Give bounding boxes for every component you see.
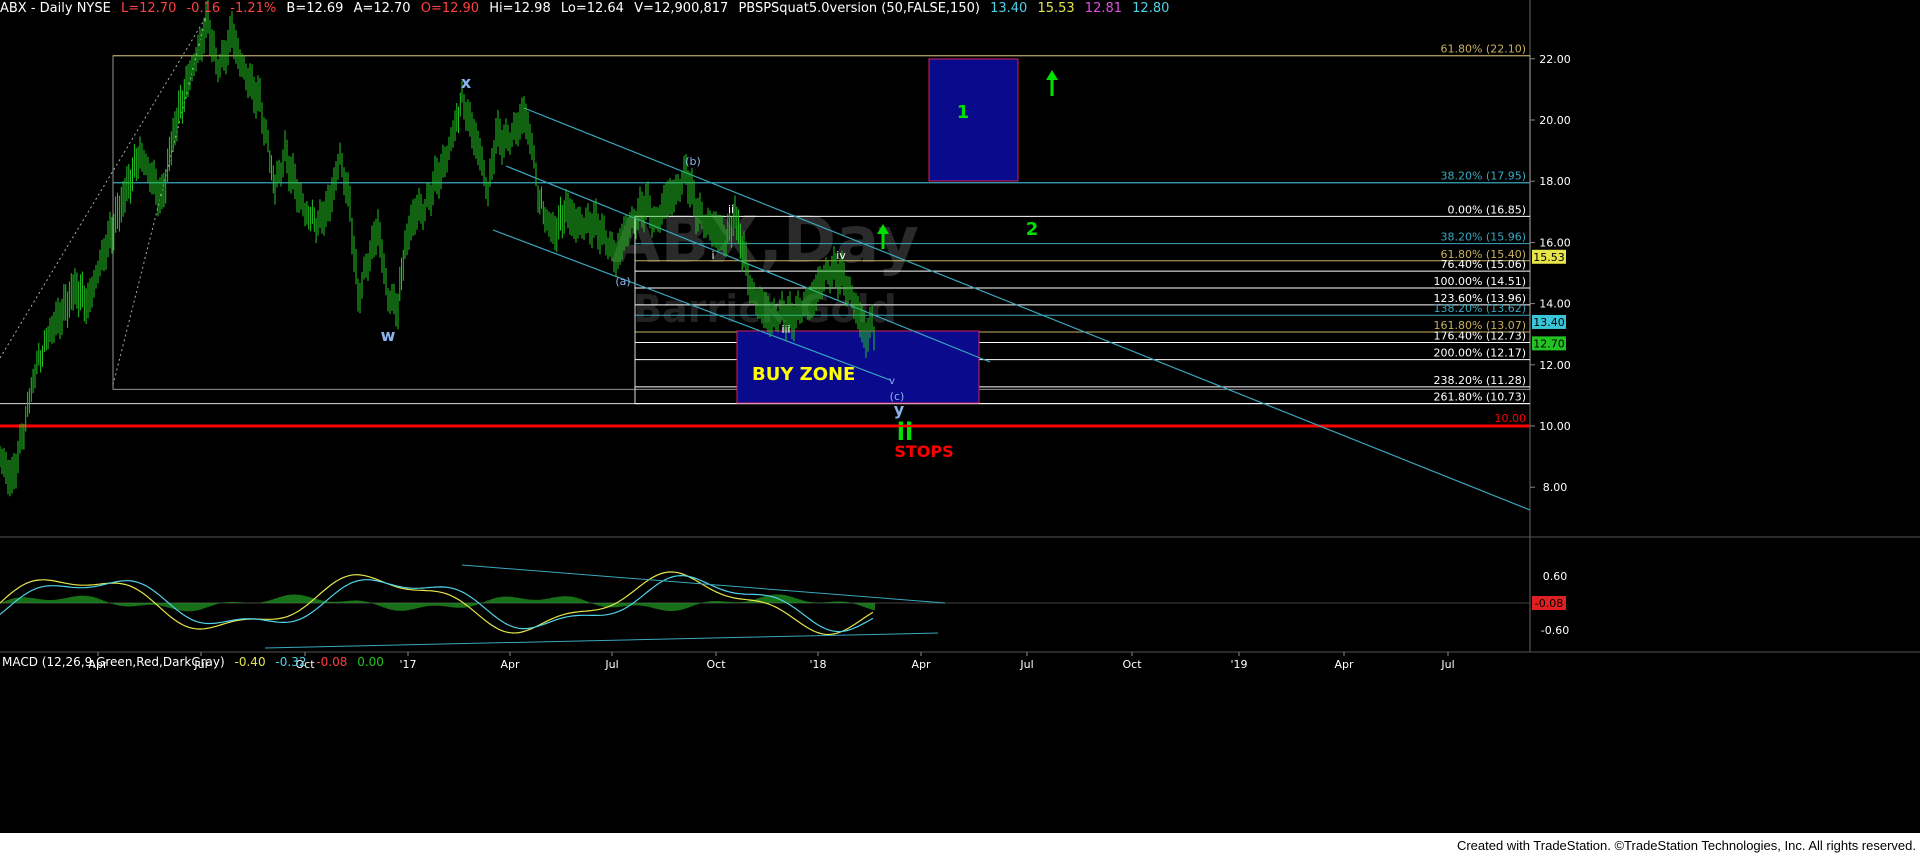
- low-price: Lo=12.64: [560, 1, 624, 16]
- stop-level-label: 10.00: [1495, 412, 1527, 425]
- x-tick-label: '17: [399, 658, 416, 671]
- last-price: L=12.70: [120, 1, 177, 16]
- wave-y-label: y: [894, 400, 905, 419]
- x-tick-label: Apr: [500, 658, 520, 671]
- y-tick-label: 10.00: [1539, 420, 1571, 433]
- fib-label: 38.20% (15.96): [1440, 231, 1526, 244]
- watermark-symbol: ABX,Day: [611, 204, 919, 278]
- fib-label: 200.00% (12.17): [1433, 347, 1526, 360]
- indicator-value-4: 12.80: [1132, 1, 1170, 16]
- x-tick-label: Oct: [1122, 658, 1142, 671]
- fib-label: 61.80% (22.10): [1440, 43, 1526, 56]
- x-tick-label: Jul: [604, 658, 618, 671]
- y-tick-label: 14.00: [1539, 298, 1571, 311]
- wave-1-label: 1: [957, 102, 970, 123]
- y-tick-label: 16.00: [1539, 236, 1571, 249]
- macd-value-2: -0.32: [275, 655, 307, 669]
- footer-credit: Created with TradeStation. ©TradeStation…: [1456, 838, 1916, 853]
- wave-a-label: (a): [615, 275, 630, 288]
- fib-label: 176.40% (12.73): [1433, 329, 1526, 342]
- macd-tick-label: 0.60: [1543, 570, 1568, 583]
- x-tick-label: Jul: [1440, 658, 1454, 671]
- y-tick-label: 12.00: [1539, 359, 1571, 372]
- y-tick-label: 20.00: [1539, 114, 1571, 127]
- price-tag-1553: 15.53: [1533, 251, 1565, 264]
- open-price: O=12.90: [420, 1, 480, 16]
- price-change: -0.16: [186, 1, 221, 16]
- indicator-value-3: 12.81: [1084, 1, 1123, 16]
- indicator-name: PBSPSquat5.0version (50,FALSE,150): [738, 1, 980, 16]
- price-tag-1340: 13.40: [1533, 316, 1565, 329]
- x-tick-label: Apr: [1334, 658, 1354, 671]
- fib-label: 138.20% (13.62): [1433, 302, 1526, 315]
- footer-bar: Created with TradeStation. ©TradeStation…: [0, 833, 1920, 858]
- price-chart: ABX,Day Barrick Gold 61.80% (22.10) 38.20%…: [0, 0, 1920, 671]
- watermark-name: Barrick Gold: [633, 287, 897, 331]
- watermark: ABX,Day Barrick Gold: [611, 204, 919, 331]
- y-tick-label: 18.00: [1539, 175, 1571, 188]
- up-arrow-1-head: [1046, 70, 1058, 80]
- x-tick-label: Jul: [1019, 658, 1033, 671]
- wave-i-label: i: [711, 249, 714, 262]
- fib-label: 261.80% (10.73): [1433, 391, 1526, 404]
- wave-b-label: (b): [685, 155, 701, 168]
- price-axis: 22.00 20.00 18.00 16.00 14.00 12.00 10.00 8.00 1…: [1530, 53, 1571, 494]
- macd-header: MACD (12,26,9,Green,Red,DarkGray) -0.40 …: [2, 655, 390, 669]
- x-tick-label: Oct: [706, 658, 726, 671]
- macd-panel: 0.60 -0.60 -0.08: [0, 564, 1569, 649]
- wave-w-label: w: [381, 326, 396, 345]
- bid-price: B=12.69: [286, 1, 344, 16]
- volume: V=12,900,817: [634, 1, 729, 16]
- macd-tick-label: -0.60: [1541, 624, 1569, 637]
- macd-trend-lower: [264, 632, 939, 649]
- target-box-1: [928, 58, 1019, 182]
- wave-ii-small-label: ii: [728, 203, 734, 216]
- chart-header: ABX - Daily NYSE L=12.70 -0.16 -1.21% B=…: [0, 0, 1175, 18]
- y-tick-label: 8.00: [1543, 481, 1568, 494]
- wave-iv-label: iv: [836, 249, 846, 262]
- ask-price: A=12.70: [353, 1, 411, 16]
- high-price: Hi=12.98: [489, 1, 551, 16]
- indicator-value-2: 15.53: [1037, 1, 1075, 16]
- wave-iii-label: iii: [781, 323, 790, 336]
- y-tick-label: 22.00: [1539, 53, 1571, 66]
- fib-label: 38.20% (17.95): [1440, 170, 1526, 183]
- wave-2-label: 2: [1026, 219, 1039, 240]
- wave-v-label: v: [889, 376, 895, 387]
- fib-label: 238.20% (11.28): [1433, 374, 1526, 387]
- symbol-label: ABX - Daily NYSE: [0, 1, 111, 16]
- fib-label: 100.00% (14.51): [1433, 275, 1526, 288]
- fib-label: 0.00% (16.85): [1447, 203, 1526, 216]
- price-tag-last: 12.70: [1533, 337, 1565, 350]
- price-change-pct: -1.21%: [230, 1, 277, 16]
- dotted-trendline-1: [0, 16, 207, 359]
- macd-last-tag: -0.08: [1535, 597, 1563, 610]
- wave-x-label: x: [461, 73, 472, 92]
- buy-zone-label: BUY ZONE: [752, 364, 855, 385]
- x-tick-label: '19: [1230, 658, 1247, 671]
- macd-trend-upper: [461, 564, 946, 604]
- macd-value-1: -0.40: [234, 655, 266, 669]
- fib-label: 76.40% (15.06): [1440, 258, 1526, 271]
- x-tick-label: '18: [809, 658, 826, 671]
- x-tick-label: Apr: [911, 658, 931, 671]
- macd-value-4: 0.00: [357, 655, 384, 669]
- macd-label: MACD (12,26,9,Green,Red,DarkGray): [2, 655, 225, 669]
- indicator-value-1: 13.40: [990, 1, 1028, 16]
- stops-label: STOPS: [894, 442, 953, 461]
- macd-value-3: -0.08: [316, 655, 348, 669]
